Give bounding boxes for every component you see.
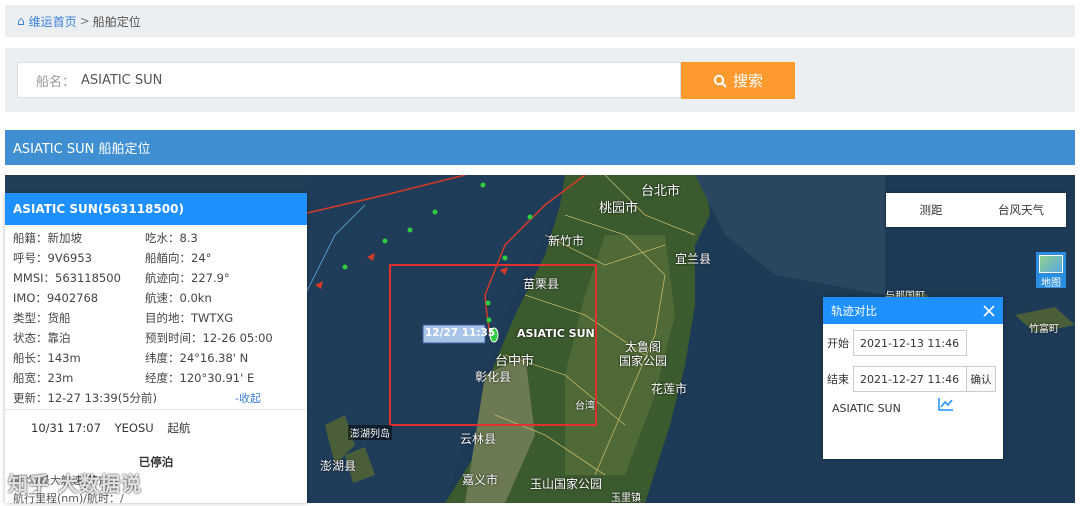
line-chart-icon[interactable] bbox=[938, 397, 954, 411]
map-label-hsinchu: 新竹市 bbox=[548, 234, 585, 248]
ship-updated: 更新：12-27 13:39(5分前) bbox=[13, 391, 158, 405]
ship-imo: IMO：9402768 bbox=[13, 291, 99, 305]
map-label-miaoli: 苗栗县 bbox=[523, 277, 560, 291]
page-title: ASIATIC SUN 船舶定位 bbox=[5, 130, 1075, 165]
map-toolbar: 测距 台风天气 bbox=[886, 193, 1066, 227]
watermark: 知乎 大数据说 bbox=[8, 472, 142, 496]
start-label: 开始 bbox=[827, 337, 849, 350]
map-label-chiayi: 嘉义市 bbox=[462, 473, 499, 487]
map-type-switch[interactable]: 地图 bbox=[1036, 252, 1066, 289]
map-label-taichung: 台中市 bbox=[495, 354, 535, 369]
map-thumbnail-icon bbox=[1039, 255, 1063, 273]
track-compare-panel: 轨迹对比 开始 2021-12-13 11:46 结束 2021-12-27 1… bbox=[823, 297, 1003, 459]
map-type-label: 地图 bbox=[1041, 278, 1061, 289]
end-time-input[interactable]: 2021-12-27 11:46 bbox=[853, 366, 967, 392]
typhoon-weather-button[interactable]: 台风天气 bbox=[976, 202, 1066, 218]
map-label-yushan: 玉山国家公园 bbox=[530, 477, 603, 491]
map-label-changhua: 彰化县 bbox=[475, 370, 512, 384]
ship-mmsi: MMSI：563118500 bbox=[13, 271, 121, 285]
ship-flag: 船籍：新加坡 bbox=[13, 231, 82, 245]
search-button[interactable]: 搜索 bbox=[681, 62, 795, 99]
ship-course: 航迹向：227.9° bbox=[145, 271, 230, 285]
ship-beam: 船宽：23m bbox=[13, 371, 74, 385]
map-label-taoyuan: 桃园市 bbox=[599, 201, 639, 216]
home-icon: ⌂ bbox=[17, 14, 25, 28]
breadcrumb: ⌂ 维运首页 > 船舶定位 bbox=[5, 5, 1075, 37]
map-label-taketomi: 竹富町 bbox=[1029, 324, 1059, 335]
ship-destination: 目的地：TWTXG bbox=[145, 311, 234, 325]
ship-latitude: 纬度：24°16.38' N bbox=[145, 351, 249, 365]
breadcrumb-home-link[interactable]: 维运首页 bbox=[29, 13, 77, 30]
voyage-date: 10/31 17:07 bbox=[31, 421, 101, 435]
ship-draft: 吃水：8.3 bbox=[145, 231, 198, 245]
ship-type: 类型：货船 bbox=[13, 311, 71, 325]
track-panel-title: 轨迹对比 bbox=[831, 303, 877, 318]
ship-name-search-input[interactable]: 船名： ASIATIC SUN bbox=[17, 62, 681, 98]
map-label-hualien: 花莲市 bbox=[651, 382, 688, 396]
map-label-taipei: 台北市 bbox=[641, 184, 681, 199]
breadcrumb-current: 船舶定位 bbox=[92, 14, 141, 29]
search-icon bbox=[713, 74, 727, 88]
map-label-taiwan: 台湾 bbox=[575, 401, 595, 412]
ship-length: 船长：143m bbox=[13, 351, 81, 365]
search-button-label: 搜索 bbox=[732, 72, 763, 90]
map-label-yilan: 宜兰县 bbox=[675, 252, 712, 266]
voyage-event: 起航 bbox=[167, 421, 191, 435]
search-input-value: ASIATIC SUN bbox=[81, 72, 163, 88]
search-input-label: 船名： bbox=[36, 74, 76, 90]
ship-name-label[interactable]: ASIATIC SUN bbox=[517, 327, 595, 340]
ship-panel-title: ASIATIC SUN(563118500) bbox=[5, 193, 307, 225]
ship-time-label: 12/27 11:35 bbox=[425, 327, 496, 339]
confirm-button[interactable]: 确认 bbox=[966, 366, 996, 392]
ship-heading: 船艏向：24° bbox=[145, 251, 212, 265]
ship-eta: 预到时间：12-26 05:00 bbox=[145, 331, 273, 345]
measure-distance-button[interactable]: 测距 bbox=[886, 202, 976, 218]
map-label-yunlin: 云林县 bbox=[460, 432, 497, 446]
collapse-link[interactable]: -收起 bbox=[235, 390, 261, 406]
ship-longitude: 经度：120°30.91' E bbox=[145, 371, 255, 385]
ship-speed: 航速：0.0kn bbox=[145, 291, 212, 305]
end-label: 结束 bbox=[827, 373, 849, 386]
voyage-port: YEOSU bbox=[114, 421, 154, 435]
ship-callsign: 呼号：9V6953 bbox=[13, 251, 92, 265]
map-label-penghu: 澎湖县 bbox=[320, 459, 357, 473]
ship-info-panel: ASIATIC SUN(563118500) 船籍：新加坡 吃水：8.3 呼号：… bbox=[5, 193, 307, 505]
ship-status: 状态：靠泊 bbox=[13, 331, 71, 345]
map-label-national-park: 国家公园 bbox=[619, 354, 668, 368]
map-label-penghu-islands: 澎湖列岛 bbox=[348, 425, 392, 440]
track-ship-name: ASIATIC SUN bbox=[832, 402, 901, 415]
close-icon[interactable] bbox=[983, 304, 995, 317]
map-label-yuli: 玉里镇 bbox=[611, 493, 641, 503]
start-time-input[interactable]: 2021-12-13 11:46 bbox=[853, 330, 967, 356]
search-bar: 船名： ASIATIC SUN 搜索 bbox=[5, 48, 1075, 112]
